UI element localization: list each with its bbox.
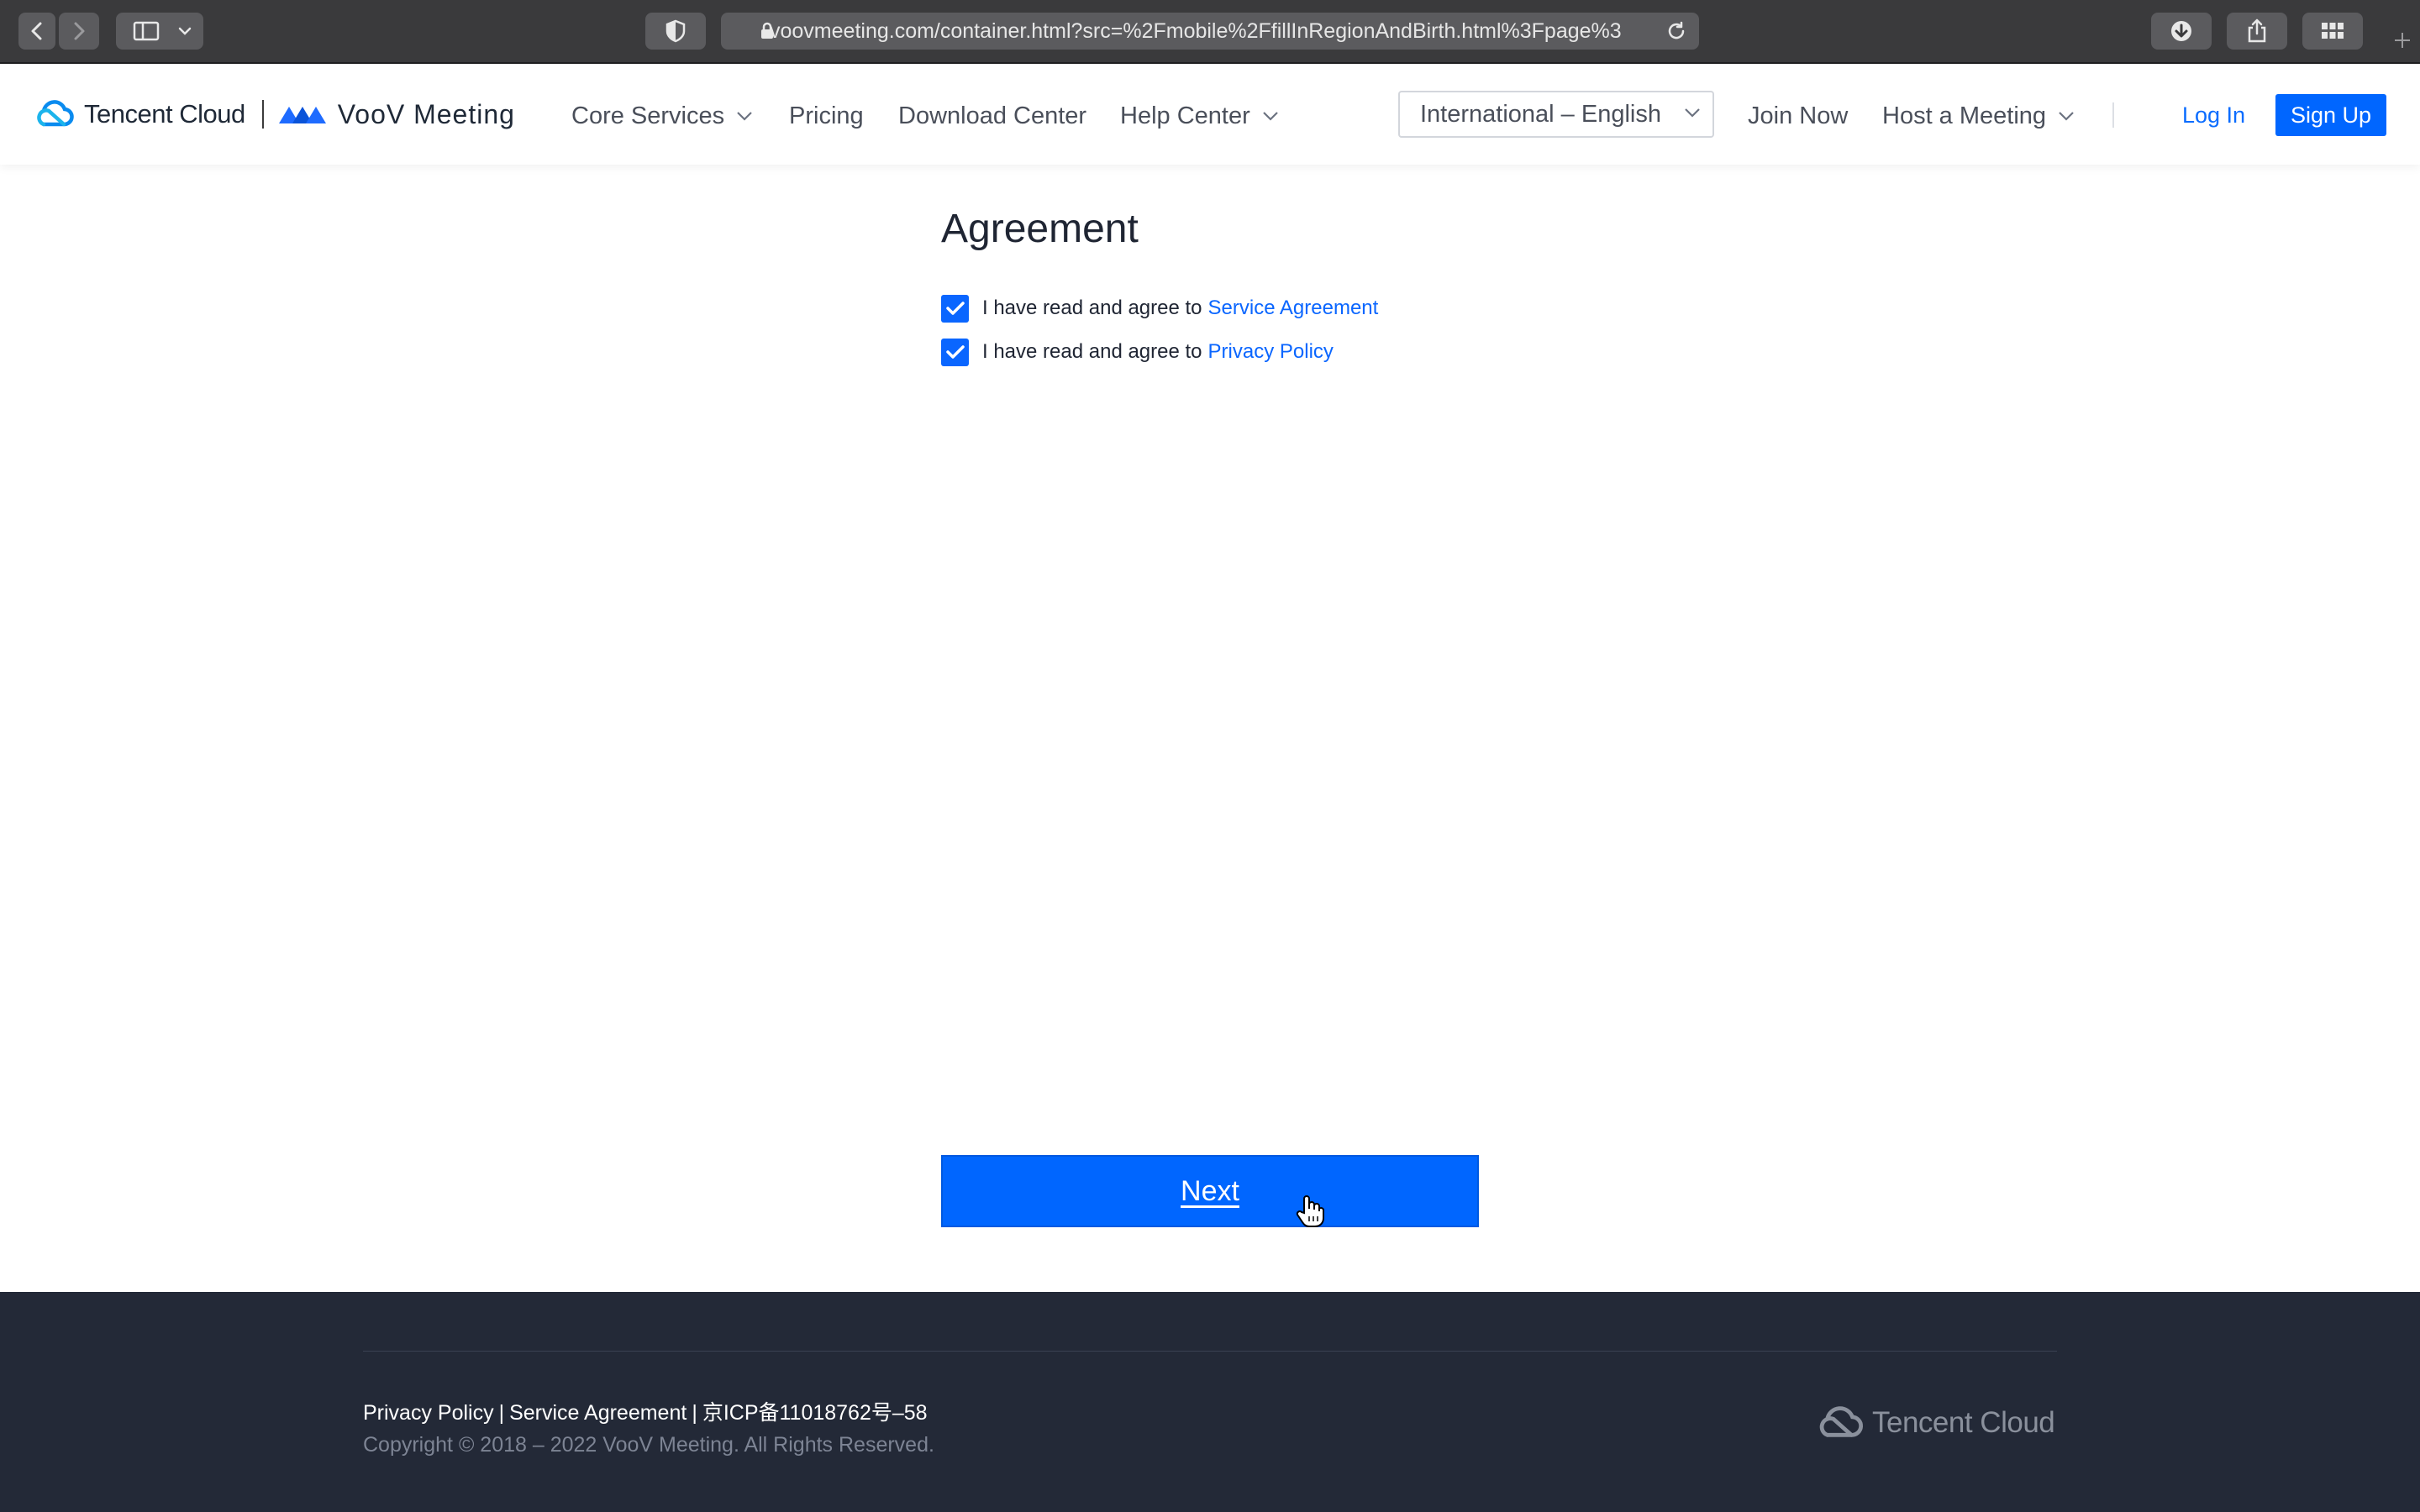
footer-copyright: Copyright © 2018 – 2022 VooV Meeting. Al… (363, 1433, 934, 1457)
chevron-down-icon (178, 27, 192, 35)
back-button[interactable] (18, 13, 55, 50)
host-meeting-label: Host a Meeting (1882, 102, 2047, 129)
footer-separator: | (498, 1401, 505, 1425)
chevron-right-icon (74, 22, 85, 40)
host-meeting-menu[interactable]: Host a Meeting (1882, 99, 2075, 133)
chevron-left-icon (31, 22, 42, 40)
site-header: Tencent Cloud VooV Meeting Core Services… (0, 64, 2420, 165)
service-agreement-prefix: I have read and agree to (982, 297, 1202, 319)
download-icon (2171, 21, 2191, 41)
next-button[interactable]: Next (941, 1155, 1479, 1227)
join-now-label: Join Now (1748, 102, 1849, 129)
sidebar-icon (133, 21, 160, 41)
nav-separator (2112, 102, 2114, 128)
footer-separator: | (692, 1401, 697, 1425)
service-agreement-link[interactable]: Service Agreement (1208, 297, 1379, 320)
new-tab-button[interactable] (2385, 17, 2420, 64)
footer-brand-text: Tencent Cloud (1872, 1406, 2055, 1439)
footer-brand: Tencent Cloud (1813, 1404, 2055, 1441)
footer-links: Privacy Policy | Service Agreement | 京ICP备11… (363, 1396, 928, 1426)
tab-overview-button[interactable] (2302, 13, 2363, 50)
page-title: Agreement (941, 207, 1139, 251)
reload-icon[interactable] (1665, 20, 1687, 42)
privacy-policy-link[interactable]: Privacy Policy (1208, 340, 1334, 364)
grid-icon (2322, 23, 2344, 39)
tencent-cloud-logo-icon (1819, 1406, 1864, 1437)
downloads-button[interactable] (2151, 13, 2212, 50)
service-agreement-checkbox[interactable] (941, 294, 969, 323)
log-in-link[interactable]: Log In (2182, 102, 2245, 129)
browser-toolbar: voovmeeting.com/container.html?src=%2Fmo… (0, 0, 2420, 64)
forward-button[interactable] (59, 13, 99, 50)
footer-divider (363, 1351, 2057, 1352)
privacy-policy-checkbox[interactable] (941, 338, 969, 366)
checkmark-icon (945, 302, 965, 315)
address-bar[interactable]: voovmeeting.com/container.html?src=%2Fmo… (721, 13, 1699, 50)
service-agreement-row: I have read and agree to Service Agreeme… (941, 293, 1378, 323)
chevron-down-icon (2059, 112, 2074, 121)
checkmark-icon (945, 345, 965, 359)
join-now-link[interactable]: Join Now (1748, 99, 1848, 133)
account-nav: Join Now Host a Meeting (0, 99, 2185, 133)
site-footer: Privacy Policy | Service Agreement | 京ICP备11… (0, 1292, 2420, 1512)
privacy-policy-row: I have read and agree to Privacy Policy (941, 337, 1334, 367)
privacy-policy-prefix: I have read and agree to (982, 340, 1202, 363)
lock-icon (761, 22, 773, 39)
footer-service-link[interactable]: Service Agreement (509, 1401, 687, 1425)
shield-icon (666, 19, 686, 43)
footer-icp-link[interactable]: 京ICP备11018762号–58 (702, 1401, 928, 1425)
plus-icon (2395, 33, 2410, 48)
hand-cursor-icon (1296, 1195, 1324, 1227)
share-icon (2248, 18, 2266, 43)
privacy-shield-button[interactable] (645, 13, 706, 50)
url-text: voovmeeting.com/container.html?src=%2Fmo… (770, 18, 1622, 43)
sign-up-button[interactable]: Sign Up (2275, 94, 2386, 136)
footer-privacy-link[interactable]: Privacy Policy (363, 1401, 494, 1425)
sidebar-toggle-button[interactable] (116, 13, 203, 50)
share-button[interactable] (2227, 13, 2287, 50)
